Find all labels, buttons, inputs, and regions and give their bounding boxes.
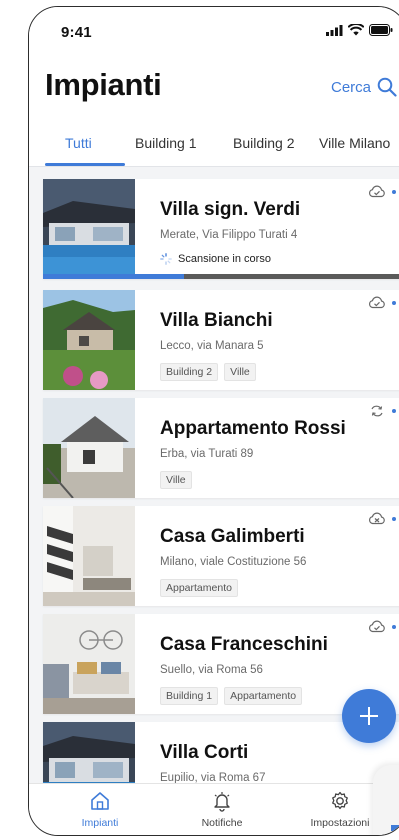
gear-icon [332, 791, 348, 810]
cloud-check-icon [369, 296, 385, 309]
battery-icon [369, 24, 393, 36]
card-address: Lecco, via Manara 5 [160, 340, 264, 352]
nav-item-impianti[interactable]: Impianti [55, 790, 145, 829]
nav-label: Impianti [81, 817, 119, 829]
list-item[interactable]: Villa Bianchi Lecco, via Manara 5 Buildi… [43, 290, 399, 390]
card-tags: Appartamento [160, 579, 238, 597]
list-item[interactable]: Appartamento Rossi Erba, via Turati 89 V… [43, 398, 399, 498]
list-item[interactable]: Villa sign. Verdi Merate, Via Filippo Tu… [43, 179, 399, 279]
card-title: Villa Bianchi [160, 310, 273, 331]
status-icons [326, 24, 393, 36]
more-options-icon[interactable] [392, 624, 399, 629]
phone-frame: 9:41 Impianti Cerca Tutti Building 1 Bui… [28, 6, 399, 836]
card-title: Casa Galimberti [160, 526, 305, 547]
page-title: Impianti [45, 67, 162, 102]
card-actions [368, 185, 399, 198]
property-image [43, 398, 135, 498]
tag: Building 2 [160, 363, 219, 381]
tab-bar: Tutti Building 1 Building 2 Ville Milano [29, 125, 399, 167]
card-address: Merate, Via Filippo Turati 4 [160, 229, 298, 241]
more-options-icon[interactable] [392, 516, 399, 521]
tab-ville-milano[interactable]: Ville Milano [319, 135, 390, 151]
nav-item-impostazioni[interactable]: Impostazioni [295, 790, 385, 829]
overlay-indicator [391, 825, 399, 831]
tab-building-2[interactable]: Building 2 [233, 135, 295, 151]
add-impianto-button[interactable] [342, 689, 396, 743]
card-address: Milano, viale Costituzione 56 [160, 556, 307, 568]
home-icon [91, 792, 109, 810]
card-tags: Ville [160, 471, 192, 489]
tab-building-1[interactable]: Building 1 [135, 135, 197, 151]
nav-label: Impostazioni [310, 817, 370, 829]
card-actions [368, 620, 399, 633]
card-title: Casa Franceschini [160, 634, 328, 655]
search-icon [377, 77, 397, 97]
card-title: Villa Corti [160, 742, 249, 763]
more-options-icon[interactable] [392, 300, 399, 305]
nav-item-notifiche[interactable]: Notifiche [177, 790, 267, 829]
scan-progress-bar [43, 274, 399, 279]
nav-label: Notifiche [201, 817, 243, 829]
status-time: 9:41 [61, 24, 92, 41]
property-image [43, 614, 135, 714]
cloud-check-icon [369, 620, 385, 633]
header: Impianti Cerca [29, 55, 399, 125]
property-image [43, 179, 135, 279]
search-label: Cerca [330, 78, 371, 96]
card-title: Appartamento Rossi [160, 418, 346, 439]
card-address: Erba, via Turati 89 [160, 448, 254, 460]
tag: Ville [224, 363, 256, 381]
property-image [43, 506, 135, 606]
tag: Appartamento [160, 579, 238, 597]
plus-icon [360, 707, 378, 725]
search-button[interactable]: Cerca [331, 77, 397, 97]
card-tags: Building 2 Ville [160, 363, 256, 381]
list-item[interactable]: Casa Galimberti Milano, viale Costituzio… [43, 506, 399, 606]
loading-spinner-icon [160, 253, 172, 265]
list-item[interactable]: Casa Franceschini Suello, via Roma 56 Bu… [43, 614, 399, 714]
wifi-icon [348, 24, 364, 36]
tag: Ville [160, 471, 192, 489]
active-tab-indicator [45, 163, 125, 166]
tag: Appartamento [224, 687, 303, 705]
card-actions [368, 512, 399, 525]
scan-progress-fill [43, 274, 184, 279]
overlay-panel [373, 765, 399, 835]
status-bar: 9:41 [29, 7, 399, 55]
tag: Building 1 [160, 687, 219, 705]
sync-icon [371, 405, 383, 417]
bottom-navigation: Impianti Notifiche Impostazioni [29, 783, 399, 835]
more-options-icon[interactable] [392, 189, 399, 194]
signal-icon [326, 24, 343, 36]
property-image [43, 290, 135, 390]
card-actions [368, 296, 399, 309]
cloud-error-icon [369, 512, 385, 525]
more-options-icon[interactable] [392, 409, 399, 413]
card-title: Villa sign. Verdi [160, 199, 301, 220]
tab-tutti[interactable]: Tutti [65, 135, 92, 151]
card-actions [368, 404, 399, 418]
scan-status-text: Scansione in corso [178, 253, 271, 265]
bell-icon [214, 792, 230, 812]
card-tags: Building 1 Appartamento [160, 687, 303, 705]
cloud-check-icon [369, 185, 385, 198]
card-address: Suello, via Roma 56 [160, 664, 263, 676]
scan-status: Scansione in corso [160, 253, 271, 265]
